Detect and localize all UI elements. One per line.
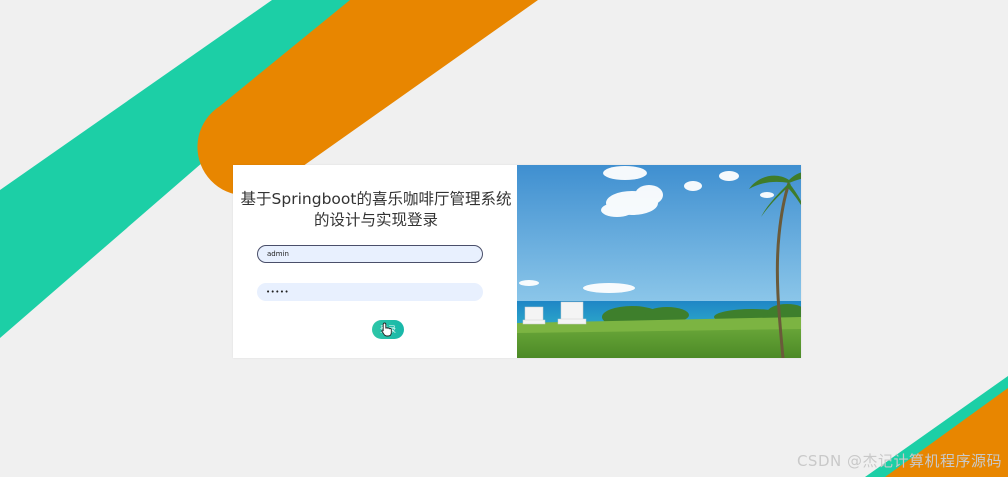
beach-scene-image xyxy=(517,165,801,358)
login-card: 基于Springboot的喜乐咖啡厅管理系统的设计与实现登录 ••••• 登录 xyxy=(233,165,801,358)
hand-pointer-icon xyxy=(381,322,392,337)
password-input[interactable]: ••••• xyxy=(257,283,483,301)
login-title: 基于Springboot的喜乐咖啡厅管理系统的设计与实现登录 xyxy=(240,190,512,229)
csdn-watermark: CSDN @杰记计算机程序源码 xyxy=(796,452,1002,470)
beach-photo xyxy=(517,165,801,358)
login-form: 基于Springboot的喜乐咖啡厅管理系统的设计与实现登录 ••••• 登录 xyxy=(233,165,517,358)
login-page: 基于Springboot的喜乐咖啡厅管理系统的设计与实现登录 ••••• 登录 xyxy=(0,0,1008,477)
username-input[interactable] xyxy=(257,245,483,263)
